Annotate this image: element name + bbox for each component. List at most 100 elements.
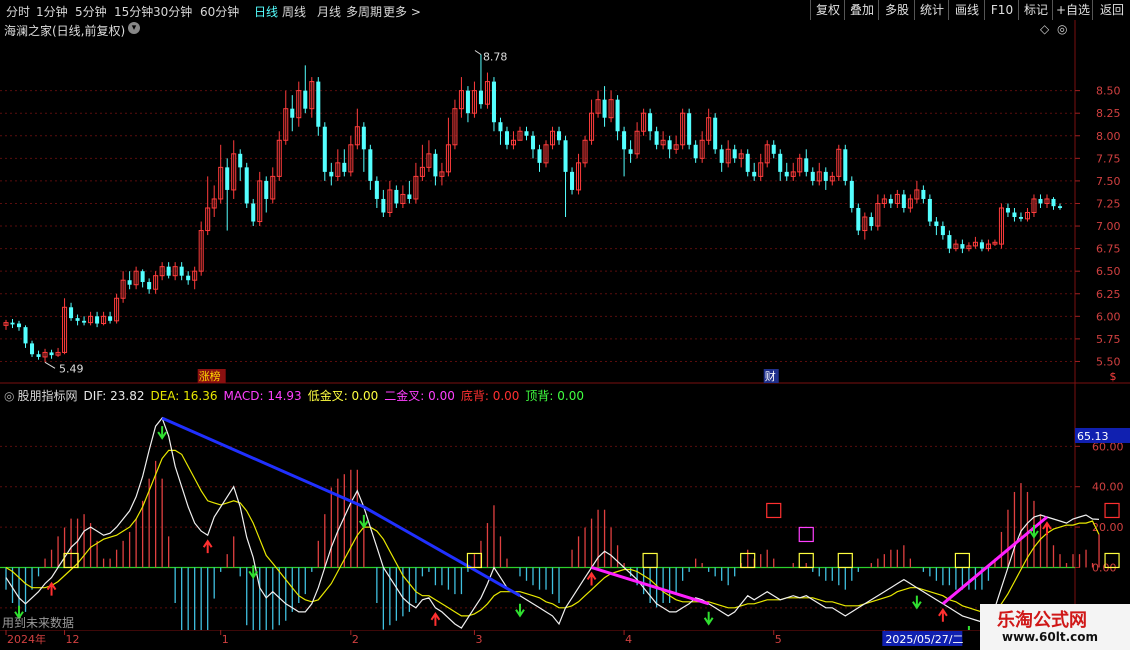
candle-body-down [342,162,347,172]
candle-body-down [290,108,295,118]
period-tab-5[interactable]: 60分钟 [200,3,239,20]
period-tab-8[interactable]: 月线 [317,3,341,20]
candle-body-down [264,180,269,199]
date-label: 2025/05/27/二 [885,633,963,646]
toolbar-button-8[interactable]: 返回 [1092,0,1130,20]
price-tick-label: 7.50 [1096,175,1121,188]
toolbar-button-7[interactable]: +自选 [1052,0,1093,20]
period-tab-10[interactable]: 更多 > [383,3,421,20]
main-background [0,20,1130,384]
indicator-highlight-value: 65.13 [1077,430,1109,443]
toolbar-button-6[interactable]: 标记 [1018,0,1053,20]
candle-body-down [238,153,243,168]
high-price-label: 8.78 [483,51,508,64]
price-tick-label: 7.25 [1096,197,1121,210]
toolbar-button-2[interactable]: 多股 [878,0,915,20]
candle-body-down [244,167,249,204]
candle-body-down [752,171,757,177]
candle-body-down [23,327,28,344]
diamond-icon[interactable]: ◇ [1040,22,1049,36]
candle-body-down [147,282,152,290]
toolbar-button-4[interactable]: 画线 [948,0,985,20]
candle-body-down [732,149,737,159]
candle-body-down [927,198,932,222]
candle-body-down [648,113,653,132]
indicator-title-bar: ◎ 股朋指标网 DIF: 23.82 DEA: 16.36 MACD: 14.93 低金叉… [4,387,590,404]
date-label: 5 [775,633,782,646]
toolbar-button-3[interactable]: 统计 [914,0,949,20]
candle-body-down [329,171,334,177]
candle-body-down [843,149,848,181]
candle-body-down [557,131,562,141]
candlestick-chart[interactable]: 8.50 8.25 8.00 7.75 7.50 7.25 7.00 6.75 6.50 6.25… [0,20,1130,384]
price-tick-label: 6.00 [1096,310,1121,323]
candle-body-down [478,90,483,105]
candle-body-down [1018,217,1023,219]
period-tab-0[interactable]: 分时 [6,3,30,20]
price-tick-label: 7.00 [1096,220,1121,233]
candle-body-down [394,189,399,204]
candle-body-down [1057,206,1063,208]
candle-body-down [108,316,113,321]
candle-body-down [381,198,386,213]
future-data-note: 用到未来数据 [2,616,75,630]
macd-indicator-chart[interactable]: 60.0040.0020.000.00-20.0065.13 [0,384,1130,630]
period-tab-9[interactable]: 多周期 [346,3,382,20]
period-tab-7[interactable]: 周线 [282,3,306,20]
period-tab-3[interactable]: 15分钟 [114,3,153,20]
candle-body-down [374,180,379,199]
candle-body-down [570,171,575,190]
toolbar-button-5[interactable]: F10 [984,0,1019,20]
candle-body-down [810,171,815,181]
period-tab-1[interactable]: 1分钟 [36,3,68,20]
candle-body-down [82,320,87,323]
indicator-value-5: 底背: 0.00 [460,389,520,403]
candle-body-down [75,318,80,321]
candle-body-down [693,144,698,159]
candle-body-down [979,242,984,249]
candle-body-down [498,122,503,132]
candle-body-down [95,316,100,324]
candle-body-down [622,131,627,150]
price-tick-label: 8.25 [1096,107,1121,120]
dropdown-icon[interactable]: ▾ [128,22,140,34]
candle-body-down [361,126,366,150]
candle-body-down [934,221,939,227]
candle-body-down [530,135,536,150]
low-price-label: 5.49 [59,362,83,375]
candle-body-down [127,280,132,285]
event-marker: 财 [765,369,776,383]
candle-body-down [778,153,783,172]
date-label: 3 [475,633,482,646]
period-tab-6[interactable]: 日线 [254,3,278,20]
candle-body-down [10,322,15,325]
watermark-line1: 乐淘公式网 [997,610,1087,631]
candle-body-down [771,144,776,154]
candle-body-down [602,99,607,118]
toolbar-button-0[interactable]: 复权 [810,0,845,20]
candle-body-down [251,203,256,222]
price-tick-label: 5.50 [1096,355,1121,368]
period-tab-4[interactable]: 30分钟 [153,3,192,20]
candle-body-down [433,153,438,177]
candle-body-down [869,217,874,227]
price-tick-label: 6.75 [1096,243,1121,256]
candle-body-down [628,149,633,154]
toolbar-button-1[interactable]: 叠加 [844,0,879,20]
price-tick-label: 7.75 [1096,152,1121,165]
candle-body-down [30,343,35,355]
indicator-settings-icon[interactable]: ◎ [4,389,14,403]
settings-icon[interactable]: ◎ [1057,22,1067,36]
candle-body-down [1005,207,1010,213]
candle-body-down [465,90,470,114]
candle-body-down [823,171,828,181]
candle-body-down [667,140,672,150]
candle-body-down [166,266,171,276]
candle-body-down [316,81,321,127]
candle-body-down [888,198,893,204]
candle-body-down [940,226,945,236]
candle-body-down [140,271,145,283]
period-tab-2[interactable]: 5分钟 [75,3,107,20]
candle-body-down [504,131,509,145]
candle-body-down [901,194,906,208]
